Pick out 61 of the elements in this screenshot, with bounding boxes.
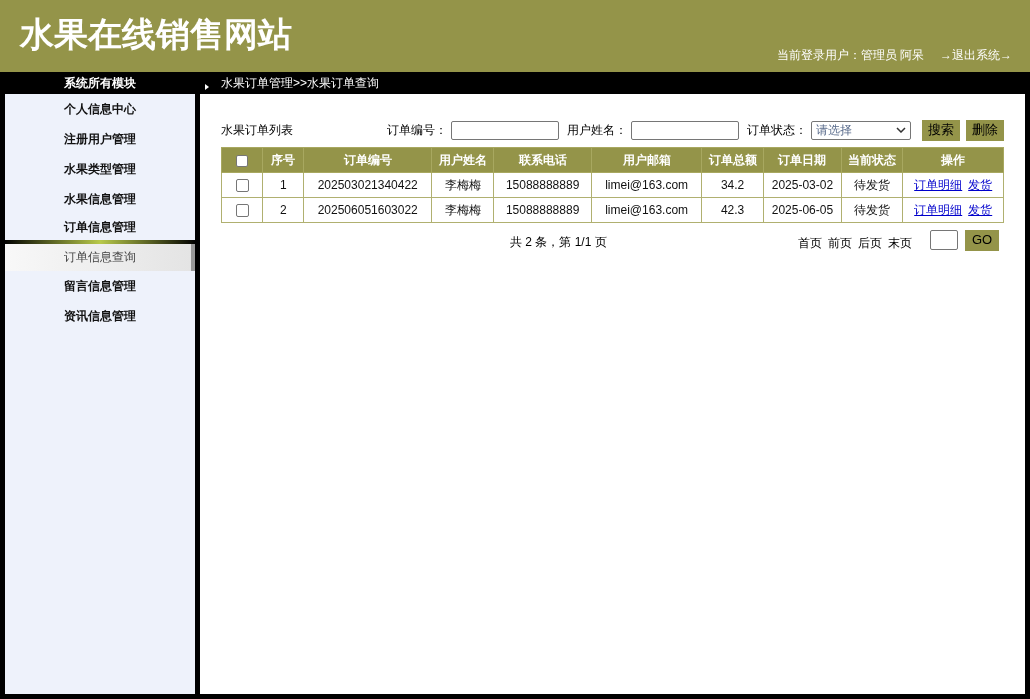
table-cell: 待发货 bbox=[841, 172, 903, 198]
table-cell: 2025-06-05 bbox=[763, 197, 842, 223]
field-label: 订单编号： bbox=[387, 122, 447, 139]
table-cell: 李梅梅 bbox=[431, 172, 494, 198]
table-cell: 15088888889 bbox=[493, 172, 592, 198]
column-header: 订单编号 bbox=[303, 147, 432, 173]
field-label: 用户姓名： bbox=[567, 122, 627, 139]
sidebar-item[interactable]: 资讯信息管理 bbox=[5, 301, 195, 331]
triangle-icon bbox=[205, 84, 209, 90]
input-field[interactable] bbox=[631, 120, 739, 140]
page-link[interactable]: 末页 bbox=[888, 233, 912, 252]
sidebar-item[interactable]: 个人信息中心 bbox=[5, 94, 195, 124]
table-cell: 2 bbox=[262, 197, 304, 223]
column-header: 订单日期 bbox=[763, 147, 842, 173]
action-button[interactable]: 搜索 bbox=[922, 119, 960, 141]
status-dropdown[interactable]: 请选择 bbox=[811, 120, 911, 140]
list-title: 水果订单列表 bbox=[221, 122, 294, 139]
input-field[interactable] bbox=[451, 120, 559, 140]
page-link[interactable]: 后页 bbox=[858, 233, 882, 252]
page-link[interactable]: 首页 bbox=[798, 233, 822, 252]
action-link[interactable]: 订单明细 bbox=[914, 201, 963, 219]
action-link[interactable]: 订单明细 bbox=[914, 176, 963, 194]
pagination-summary: 共 2 条，第 1/1 页 bbox=[510, 234, 607, 251]
sidebar-item[interactable]: 水果类型管理 bbox=[5, 154, 195, 184]
page-link[interactable]: 前页 bbox=[828, 233, 852, 252]
submenu-item[interactable]: 订单信息查询 bbox=[5, 244, 195, 271]
table-cell: 待发货 bbox=[841, 197, 903, 223]
select-all-checkbox[interactable] bbox=[236, 154, 249, 167]
go-button[interactable]: GO bbox=[965, 229, 999, 251]
column-header: 操作 bbox=[902, 147, 1004, 173]
column-header: 用户姓名 bbox=[431, 147, 494, 173]
table-cell: 李梅梅 bbox=[431, 197, 494, 223]
page-input[interactable] bbox=[930, 230, 958, 250]
field-label: 订单状态： bbox=[747, 122, 807, 139]
site-title: 水果在线销售网站 bbox=[20, 13, 292, 55]
breadcrumb: 水果订单管理>>水果订单查询 bbox=[221, 75, 379, 92]
current-user-text: 当前登录用户：管理员 阿呆 bbox=[776, 47, 924, 64]
table-cell: 202506051603022 bbox=[303, 197, 432, 223]
caret-icon bbox=[896, 127, 906, 133]
action-link[interactable]: 发货 bbox=[968, 201, 993, 219]
sidebar-title: 系统所有模块 bbox=[63, 75, 137, 92]
table-cell: 202503021340422 bbox=[303, 172, 432, 198]
table-cell: 1 bbox=[262, 172, 304, 198]
column-header: 用户邮箱 bbox=[591, 147, 702, 173]
table-cell: 34.2 bbox=[701, 172, 764, 198]
table-cell: 15088888889 bbox=[493, 197, 592, 223]
action-link[interactable]: 发货 bbox=[968, 176, 993, 194]
action-button[interactable]: 删除 bbox=[966, 119, 1004, 141]
table-cell: 42.3 bbox=[701, 197, 764, 223]
sidebar-item[interactable]: 留言信息管理 bbox=[5, 271, 195, 301]
table-cell: limei@163.com bbox=[591, 197, 702, 223]
column-header: 联系电话 bbox=[493, 147, 592, 173]
table-cell: 2025-03-02 bbox=[763, 172, 842, 198]
sidebar-item[interactable]: 水果信息管理 bbox=[5, 184, 195, 214]
column-header: 当前状态 bbox=[841, 147, 903, 173]
sidebar-item[interactable]: 注册用户管理 bbox=[5, 124, 195, 154]
row-checkbox[interactable] bbox=[235, 204, 249, 218]
table-cell: limei@163.com bbox=[591, 172, 702, 198]
column-header: 订单总额 bbox=[701, 147, 764, 173]
column-header: 序号 bbox=[262, 147, 304, 173]
row-checkbox[interactable] bbox=[235, 179, 249, 193]
